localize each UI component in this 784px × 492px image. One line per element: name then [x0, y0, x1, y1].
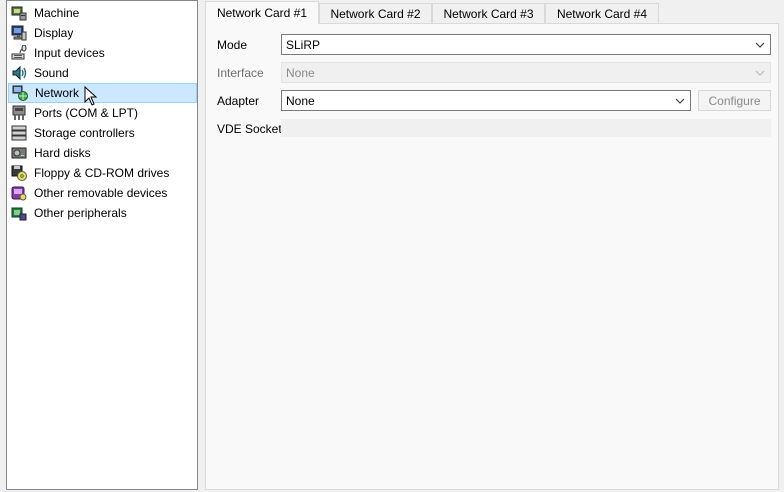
settings-category-list[interactable]: Machine Display Input devices Sound Netw…	[6, 0, 198, 490]
tab-label: Network Card #3	[443, 6, 534, 21]
sidebar-item-label: Floppy & CD-ROM drives	[34, 166, 170, 180]
vde-socket-label: VDE Socket	[217, 122, 282, 136]
sidebar-item-other-removable[interactable]: Other removable devices	[8, 183, 197, 203]
sidebar-item-sound[interactable]: Sound	[8, 63, 197, 83]
adapter-value: None	[286, 93, 315, 108]
sidebar-item-network[interactable]: Network	[8, 83, 197, 103]
vde-socket-field	[281, 119, 771, 137]
mouse-cursor-icon	[84, 86, 98, 106]
sidebar-item-machine[interactable]: Machine	[8, 3, 197, 23]
mode-label: Mode	[217, 38, 248, 52]
sidebar-item-floppy-cdrom[interactable]: Floppy & CD-ROM drives	[8, 163, 197, 183]
sidebar-item-label: Network	[35, 86, 80, 100]
network-icon	[12, 85, 28, 101]
sidebar-item-label: Ports (COM & LPT)	[34, 106, 139, 120]
hard-disks-icon	[11, 145, 27, 161]
tab-label: Network Card #1	[216, 6, 308, 20]
configure-button: Configure	[698, 90, 771, 111]
network-settings-panel: Mode SLiRP Interface None Adapter None C…	[205, 23, 779, 490]
sidebar-item-label: Hard disks	[34, 146, 91, 160]
tab-network-card-3[interactable]: Network Card #3	[432, 3, 545, 23]
interface-label: Interface	[217, 66, 264, 80]
adapter-label: Adapter	[217, 94, 260, 108]
mode-value: SLiRP	[286, 37, 321, 52]
chevron-down-icon	[755, 70, 765, 76]
tab-label: Network Card #2	[330, 6, 421, 21]
interface-select: None	[281, 62, 771, 83]
tab-network-card-4[interactable]: Network Card #4	[545, 3, 659, 23]
mode-select[interactable]: SLiRP	[281, 34, 771, 55]
sidebar-item-label: Other removable devices	[34, 186, 168, 200]
sidebar-item-display[interactable]: Display	[8, 23, 197, 43]
tab-label: Network Card #4	[556, 6, 648, 21]
chevron-down-icon	[675, 98, 685, 104]
interface-value: None	[286, 65, 315, 80]
adapter-select[interactable]: None	[281, 90, 691, 111]
sidebar-item-label: Storage controllers	[34, 126, 135, 140]
sidebar-item-label: Machine	[34, 6, 80, 20]
storage-controllers-icon	[11, 125, 27, 141]
sidebar-item-ports[interactable]: Ports (COM & LPT)	[8, 103, 197, 123]
machine-icon	[11, 5, 27, 21]
sidebar-item-storage-controllers[interactable]: Storage controllers	[8, 123, 197, 143]
sound-icon	[11, 65, 27, 81]
removable-devices-icon	[11, 185, 27, 201]
chevron-down-icon	[755, 42, 765, 48]
ports-icon	[11, 105, 27, 121]
sidebar-item-input-devices[interactable]: Input devices	[8, 43, 197, 63]
sidebar-item-hard-disks[interactable]: Hard disks	[8, 143, 197, 163]
sidebar-item-label: Display	[34, 26, 74, 40]
sidebar-item-label: Other peripherals	[34, 206, 127, 220]
input-devices-icon	[11, 45, 27, 61]
tab-network-card-1[interactable]: Network Card #1	[205, 1, 319, 24]
display-icon	[11, 25, 27, 41]
sidebar-item-label: Sound	[34, 66, 69, 80]
floppy-cdrom-icon	[11, 165, 27, 181]
sidebar-item-other-peripherals[interactable]: Other peripherals	[8, 203, 197, 223]
sidebar-item-label: Input devices	[34, 46, 105, 60]
tab-network-card-2[interactable]: Network Card #2	[319, 3, 432, 23]
peripherals-icon	[11, 205, 27, 221]
